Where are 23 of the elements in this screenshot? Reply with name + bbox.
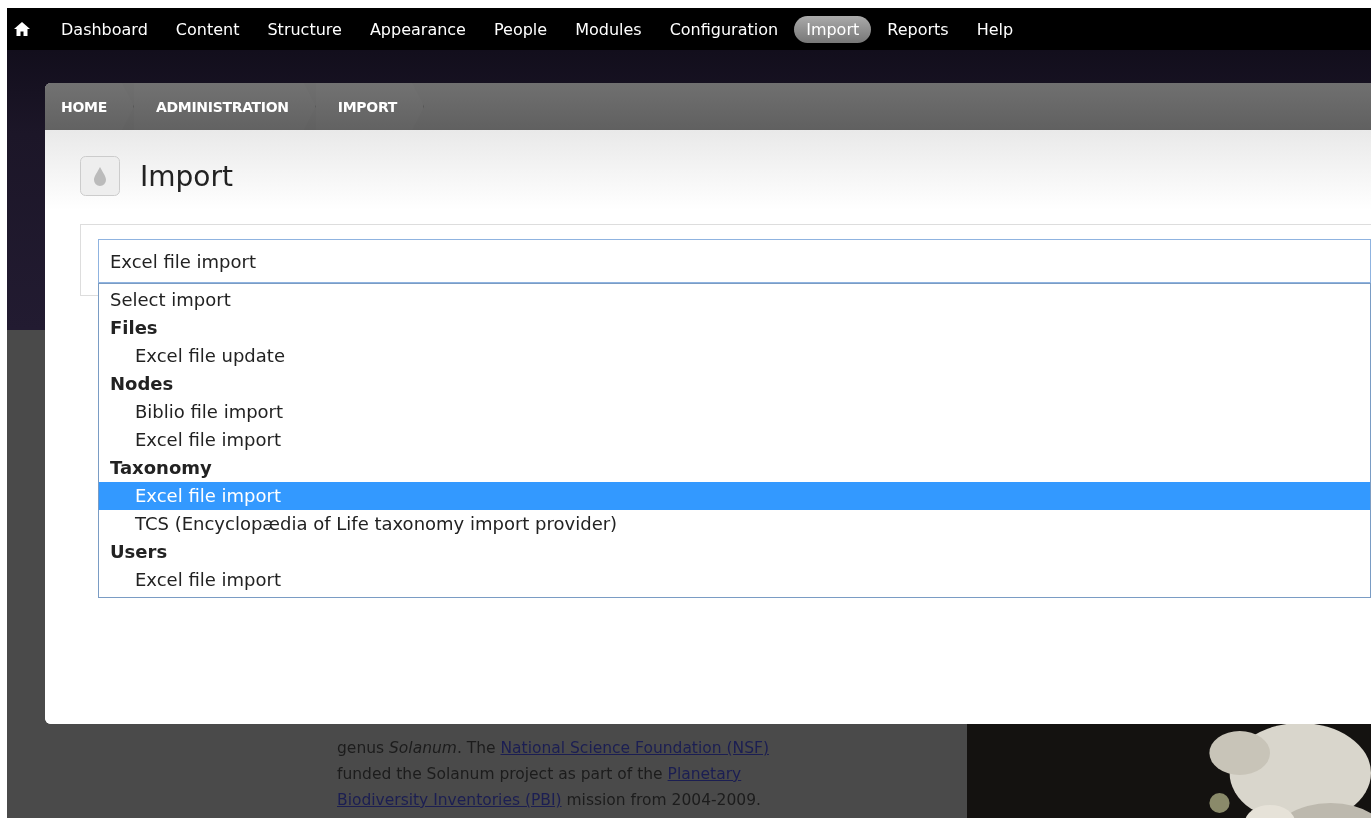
option-group-label: Users xyxy=(109,540,169,564)
nav-item[interactable]: Content xyxy=(163,15,252,43)
import-select[interactable]: Excel file import xyxy=(98,239,1371,283)
dropdown-option[interactable]: Excel file import xyxy=(99,426,1370,454)
nav-item[interactable]: Configuration xyxy=(657,15,791,43)
dropdown-option[interactable]: TCS (Encyclopædia of Life taxonomy import provider) xyxy=(99,510,1370,538)
nav-item[interactable]: Dashboard xyxy=(49,15,160,43)
dropdown-option[interactable]: Biblio file import xyxy=(99,398,1370,426)
drop-icon xyxy=(80,156,120,196)
nav-item[interactable]: Modules xyxy=(563,15,654,43)
nav-item[interactable]: Appearance xyxy=(357,15,478,43)
dropdown-option[interactable]: Select import xyxy=(99,286,1370,314)
page-title: Import xyxy=(140,159,233,193)
dropdown-option[interactable]: Excel file import xyxy=(99,566,1370,594)
nav-item[interactable]: Help xyxy=(964,15,1026,43)
option-group-label: Taxonomy xyxy=(109,456,213,480)
nav-item[interactable]: Reports xyxy=(875,15,961,43)
dropdown-option[interactable]: Excel file update xyxy=(99,342,1370,370)
option-group-label: Files xyxy=(109,316,159,340)
nav-item[interactable]: People xyxy=(481,15,560,43)
nav-item[interactable]: Structure xyxy=(255,15,354,43)
home-icon[interactable] xyxy=(13,21,31,37)
option-group-label: Nodes xyxy=(109,372,175,396)
